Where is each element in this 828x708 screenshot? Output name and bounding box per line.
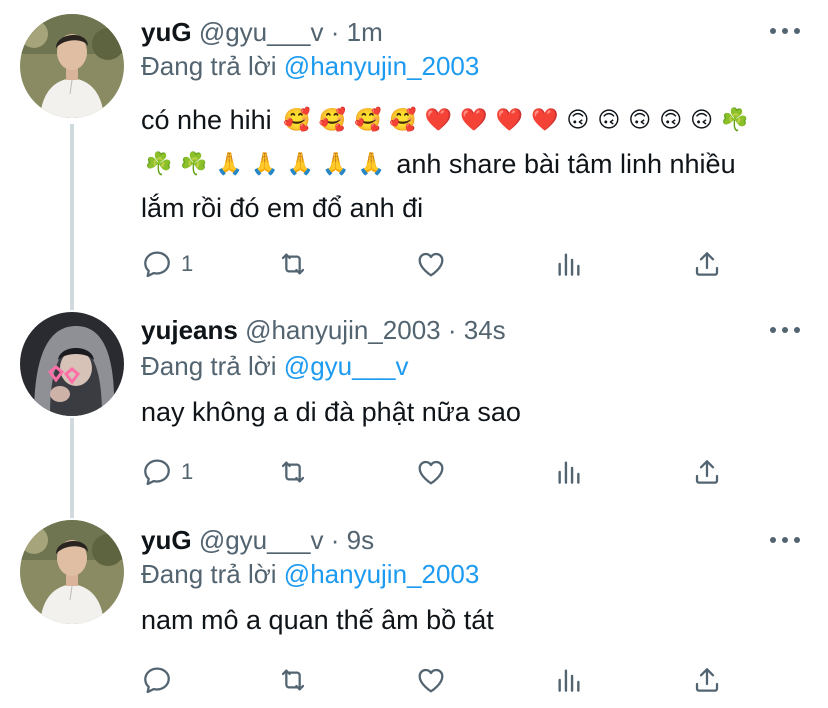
emoji: 🙃 (690, 107, 714, 132)
share-button[interactable] (691, 452, 723, 492)
emoji: 🙃 (659, 107, 683, 132)
like-icon (415, 248, 447, 280)
tweet-actions: 1 (141, 452, 741, 492)
retweet-icon (277, 248, 309, 280)
emoji: 🙏 (215, 151, 244, 176)
emoji: 🙃 (628, 107, 652, 132)
timestamp[interactable]: 34s (464, 315, 506, 345)
analytics-button[interactable] (553, 660, 585, 700)
timestamp[interactable]: 9s (347, 525, 374, 555)
reply-button[interactable] (141, 660, 173, 700)
display-name[interactable]: yujeans (141, 315, 238, 345)
tweet-header: yuG @gyu___v · 9s (141, 522, 374, 558)
emoji: 🙃 (597, 107, 621, 132)
emoji: ☘️ (145, 151, 173, 176)
emoji-row-1: 🥰 🥰 🥰 🥰 ❤️ ❤️ ❤️ ❤️ 🙃 🙃 🙃 🙃 🙃 ☘️ (279, 105, 752, 135)
share-button[interactable] (691, 244, 723, 284)
tweet[interactable]: yuG @gyu___v · 1m Đang trả lời @hanyujin… (0, 0, 828, 300)
reply-icon (141, 664, 173, 696)
tweet[interactable]: yuG @gyu___v · 9s Đang trả lời @hanyujin… (0, 510, 828, 708)
emoji: 🥰 (389, 107, 417, 132)
retweet-icon (277, 456, 309, 488)
timestamp[interactable]: 1m (347, 17, 383, 47)
emoji: 🙏 (322, 151, 350, 176)
tweet-actions: 1 (141, 244, 741, 284)
emoji: ☘️ (180, 151, 208, 176)
analytics-icon (553, 456, 585, 488)
reply-context: Đang trả lời @gyu___v (141, 348, 409, 384)
handle[interactable]: @hanyujin_2003 (245, 315, 441, 345)
reply-icon (141, 248, 173, 280)
more-icon[interactable] (770, 537, 800, 545)
emoji: 🥰 (353, 107, 382, 132)
analytics-icon (553, 664, 585, 696)
emoji: 🙏 (286, 151, 315, 176)
reply-context: Đang trả lời @hanyujin_2003 (141, 48, 479, 84)
text-line-2: ☘️ ☘️ 🙏 🙏 🙏 🙏 🙏 anh share bài tâm linh nhiều (141, 142, 796, 186)
text-line-1: có nhe hihi 🥰 🥰 🥰 🥰 ❤️ ❤️ ❤️ ❤️ 🙃 🙃 🙃 🙃 🙃 ☘️ (141, 98, 796, 142)
retweet-icon (277, 664, 309, 696)
tweet-text: nay không a di đà phật nữa sao (141, 397, 521, 427)
reply-count: 1 (181, 459, 194, 484)
emoji: ❤️ (460, 107, 488, 132)
retweet-button[interactable] (277, 452, 309, 492)
mention-link[interactable]: @gyu___v (284, 351, 409, 381)
share-icon (691, 456, 723, 488)
emoji: 🙏 (357, 151, 385, 176)
retweet-button[interactable] (277, 660, 309, 700)
avatar[interactable] (20, 312, 124, 416)
emoji: ☘️ (721, 107, 749, 132)
emoji: 🙃 (566, 107, 590, 132)
reply-button[interactable]: 1 (141, 452, 193, 492)
tweet[interactable]: yujeans @hanyujin_2003 · 34s Đang trả lờ… (0, 300, 828, 510)
reply-count: 1 (181, 251, 194, 276)
tweet-text: nam mô a quan thế âm bồ tát (141, 605, 494, 635)
emoji: 🥰 (318, 107, 346, 132)
mention-link[interactable]: @hanyujin_2003 (284, 559, 480, 589)
like-button[interactable] (415, 244, 447, 284)
tweet-actions (141, 660, 741, 700)
separator: · (330, 17, 340, 47)
analytics-icon (553, 248, 585, 280)
avatar[interactable] (20, 520, 124, 624)
more-icon[interactable] (770, 327, 800, 335)
reply-context: Đang trả lời @hanyujin_2003 (141, 556, 479, 592)
analytics-button[interactable] (553, 244, 585, 284)
share-icon (691, 248, 723, 280)
avatar[interactable] (20, 14, 124, 118)
like-button[interactable] (415, 660, 447, 700)
share-icon (691, 664, 723, 696)
mention-link[interactable]: @hanyujin_2003 (284, 51, 480, 81)
reply-button[interactable]: 1 (141, 244, 193, 284)
like-button[interactable] (415, 452, 447, 492)
like-icon (415, 456, 447, 488)
more-icon[interactable] (770, 28, 800, 36)
separator: · (447, 315, 457, 345)
reply-icon (141, 456, 173, 488)
retweet-button[interactable] (277, 244, 309, 284)
emoji: 🥰 (283, 107, 311, 132)
reply-prefix: Đang trả lời (141, 559, 277, 589)
emoji: ❤️ (424, 107, 453, 132)
share-button[interactable] (691, 660, 723, 700)
analytics-button[interactable] (553, 452, 585, 492)
tweet-header: yujeans @hanyujin_2003 · 34s (141, 312, 506, 348)
tweet-header: yuG @gyu___v · 1m (141, 14, 383, 50)
emoji-row-2: ☘️ ☘️ 🙏 🙏 🙏 🙏 🙏 (141, 149, 389, 179)
reply-prefix: Đang trả lời (141, 351, 277, 381)
display-name[interactable]: yuG (141, 525, 192, 555)
emoji: ❤️ (495, 107, 523, 132)
emoji: 🙏 (251, 151, 279, 176)
handle[interactable]: @gyu___v (199, 17, 324, 47)
separator: · (330, 525, 340, 555)
emoji: ❤️ (530, 107, 559, 132)
like-icon (415, 664, 447, 696)
handle[interactable]: @gyu___v (199, 525, 324, 555)
display-name[interactable]: yuG (141, 17, 192, 47)
reply-prefix: Đang trả lời (141, 51, 277, 81)
tweet-text: có nhe hihi 🥰 🥰 🥰 🥰 ❤️ ❤️ ❤️ ❤️ 🙃 🙃 🙃 🙃 🙃 ☘️ ☘️ ☘️ 🙏 🙏 🙏 🙏… (141, 98, 796, 230)
text-line-3: lắm rồi đó em đổ anh đi (141, 193, 424, 223)
